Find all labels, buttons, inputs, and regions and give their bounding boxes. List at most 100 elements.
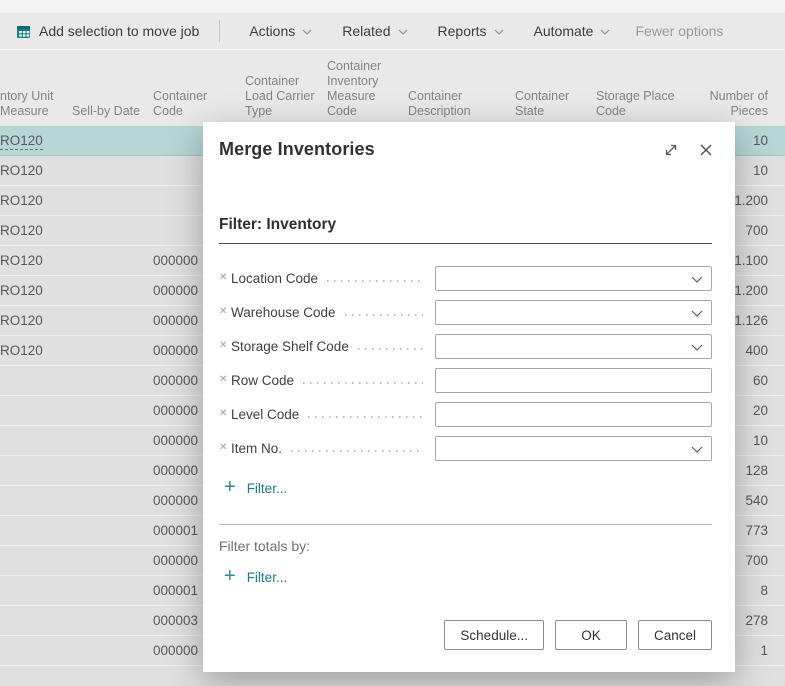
- container-code-cell: 000000: [153, 493, 199, 508]
- add-filter-link[interactable]: + Filter...: [224, 477, 288, 497]
- remove-filter-icon[interactable]: ✕: [219, 340, 231, 351]
- dotted-leader: [327, 280, 423, 282]
- number-of-pieces-cell: 1.100: [734, 253, 768, 268]
- container-code-cell: 000000: [153, 283, 199, 298]
- fewer-options-button[interactable]: Fewer options: [625, 23, 731, 39]
- column-header-container-code[interactable]: Container Code: [153, 89, 207, 119]
- unit-measure-value: RO120: [0, 253, 43, 268]
- column-header-sell-by-date[interactable]: Sell-by Date: [72, 104, 140, 119]
- add-totals-filter-link[interactable]: + Filter...: [224, 565, 288, 587]
- column-header-container-description[interactable]: Container Description: [408, 89, 471, 119]
- filter-value-input[interactable]: [436, 368, 711, 392]
- column-header-storage-place-code[interactable]: Storage Place Code: [596, 89, 675, 119]
- unit-measure-cell: RO120: [0, 313, 43, 328]
- number-of-pieces-cell: 60: [752, 373, 768, 388]
- number-of-pieces-cell: 10: [752, 433, 768, 448]
- container-code-cell: 000001: [153, 523, 199, 538]
- container-code-cell: 000000: [153, 463, 199, 478]
- number-of-pieces-cell: 10: [752, 133, 768, 148]
- filter-value-input[interactable]: [436, 266, 711, 290]
- unit-measure-cell: RO120: [0, 133, 43, 150]
- table-header: ntory Unit Measure Sell-by Date Containe…: [0, 51, 785, 126]
- dialog-body: Filter: Inventory ✕ Location Code ✕ Ware…: [203, 216, 735, 587]
- menu-reports[interactable]: Reports: [423, 23, 519, 39]
- unit-measure-value: RO120: [0, 343, 43, 358]
- filter-row: ✕ Location Code: [219, 261, 712, 295]
- filter-value-box: [435, 265, 712, 291]
- remove-filter-icon[interactable]: ✕: [219, 272, 231, 283]
- number-of-pieces-cell: 700: [745, 553, 768, 568]
- column-header-container-state[interactable]: Container State: [515, 89, 569, 119]
- plus-icon: +: [224, 565, 236, 587]
- filter-value-input[interactable]: [436, 402, 711, 426]
- container-code-cell: 000003: [153, 613, 199, 628]
- unit-measure-value: RO120: [0, 133, 43, 150]
- dotted-leader: [357, 348, 423, 350]
- merge-inventories-dialog: Merge Inventories Filter: Inventory ✕ Lo…: [203, 122, 735, 672]
- number-of-pieces-cell: 128: [745, 463, 768, 478]
- unit-measure-value: RO120: [0, 163, 43, 178]
- chevron-down-icon: [398, 29, 407, 35]
- number-of-pieces-cell: 540: [745, 493, 768, 508]
- number-of-pieces-cell: 8: [760, 583, 768, 598]
- filter-value-box: [435, 435, 712, 461]
- menu-reports-label: Reports: [437, 23, 487, 39]
- column-header-inventory-unit-measure[interactable]: ntory Unit Measure: [0, 89, 54, 119]
- column-header-number-of-pieces[interactable]: Number of Pieces: [710, 89, 768, 119]
- menu-actions[interactable]: Actions: [234, 23, 327, 39]
- top-strip: [0, 0, 785, 13]
- filter-field-label: Warehouse Code: [231, 304, 336, 320]
- column-header-container-load-carrier-type[interactable]: Container Load Carrier Type: [245, 74, 314, 119]
- filter-row: ✕ Row Code: [219, 363, 712, 397]
- filter-value-input[interactable]: [436, 300, 711, 324]
- container-code-cell: 000000: [153, 433, 199, 448]
- filter-value-box: [435, 333, 712, 359]
- chevron-down-icon: [302, 29, 312, 35]
- remove-filter-icon[interactable]: ✕: [219, 306, 231, 317]
- remove-filter-icon[interactable]: ✕: [219, 442, 231, 453]
- remove-filter-icon[interactable]: ✕: [219, 374, 231, 385]
- menu-related-label: Related: [342, 23, 391, 39]
- remove-filter-icon[interactable]: ✕: [219, 408, 231, 419]
- unit-measure-cell: RO120: [0, 193, 43, 208]
- filter-section-title: Filter: Inventory: [219, 216, 712, 244]
- filter-field-label: Row Code: [231, 372, 295, 388]
- action-bar: Add selection to move job Actions Relate…: [0, 13, 785, 50]
- add-selection-to-move-job-button[interactable]: Add selection to move job: [14, 23, 209, 39]
- menu-automate[interactable]: Automate: [519, 23, 626, 39]
- unit-measure-value: RO120: [0, 313, 43, 328]
- unit-measure-cell: RO120: [0, 253, 43, 268]
- unit-measure-cell: RO120: [0, 283, 43, 298]
- dotted-leader: [303, 382, 423, 384]
- ok-button[interactable]: OK: [554, 620, 627, 650]
- filter-field-label: Level Code: [231, 406, 300, 422]
- container-code-cell: 000000: [153, 643, 199, 658]
- unit-measure-value: RO120: [0, 193, 43, 208]
- number-of-pieces-cell: 1.200: [734, 283, 768, 298]
- filter-row: ✕ Storage Shelf Code: [219, 329, 712, 363]
- cancel-button[interactable]: Cancel: [637, 620, 712, 650]
- filter-value-input[interactable]: [436, 436, 711, 460]
- add-totals-filter-label: Filter...: [246, 569, 288, 585]
- column-header-container-inventory-measure-code[interactable]: Container Inventory Measure Code: [327, 59, 381, 119]
- filter-value-input[interactable]: [436, 334, 711, 358]
- container-code-cell: 000000: [153, 373, 199, 388]
- expand-dialog-icon[interactable]: [663, 142, 679, 158]
- number-of-pieces-cell: 1.126: [734, 313, 768, 328]
- number-of-pieces-cell: 700: [745, 223, 768, 238]
- move-job-icon: [17, 25, 30, 38]
- filter-row: ✕ Warehouse Code: [219, 295, 712, 329]
- schedule-button[interactable]: Schedule...: [444, 620, 544, 650]
- container-code-cell: 000000: [153, 313, 199, 328]
- filter-row: ✕ Item No.: [219, 431, 712, 465]
- dialog-footer: Schedule... OK Cancel: [444, 620, 712, 650]
- container-code-cell: 000000: [153, 403, 199, 418]
- close-dialog-icon[interactable]: [698, 142, 714, 158]
- add-filter-label: Filter...: [246, 480, 288, 496]
- unit-measure-value: RO120: [0, 283, 43, 298]
- add-selection-label: Add selection to move job: [39, 23, 200, 39]
- filter-field-label: Location Code: [231, 270, 319, 286]
- menu-related[interactable]: Related: [327, 23, 422, 39]
- app-window: Add selection to move job Actions Relate…: [0, 0, 785, 686]
- dotted-leader: [344, 314, 423, 316]
